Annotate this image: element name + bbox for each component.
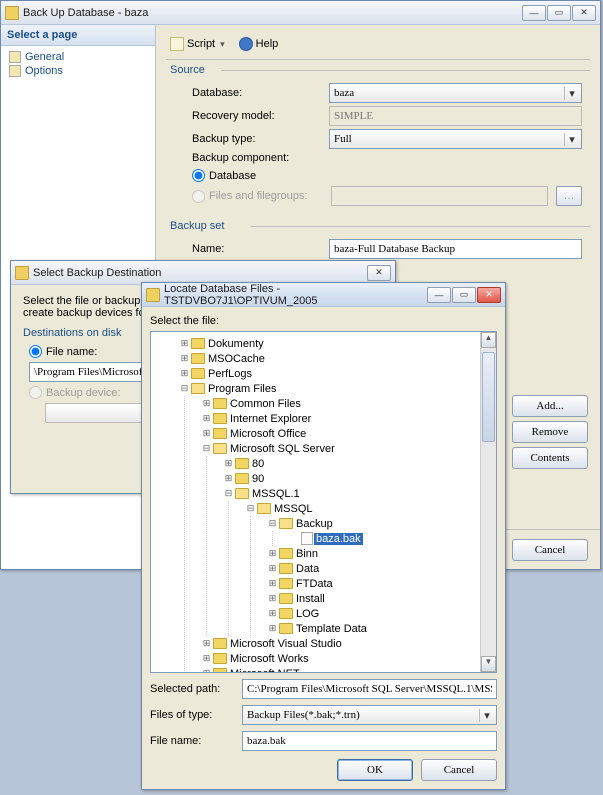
- file-name-field[interactable]: [242, 731, 497, 751]
- select-file-label: Select the file:: [150, 315, 497, 327]
- cancel-button[interactable]: Cancel: [512, 539, 588, 561]
- scroll-down-button[interactable]: ▼: [481, 656, 496, 672]
- filegroups-field: [331, 186, 548, 206]
- contents-button[interactable]: Contents: [512, 447, 588, 469]
- file-icon: [301, 532, 313, 545]
- page-general[interactable]: General: [7, 50, 149, 64]
- add-button[interactable]: Add...: [512, 395, 588, 417]
- tree-node[interactable]: ⊞MSOCache: [179, 351, 494, 366]
- chevron-down-icon: ▾: [564, 133, 579, 146]
- main-title: Back Up Database - baza: [23, 7, 522, 19]
- scroll-thumb[interactable]: [482, 352, 495, 442]
- close-button[interactable]: ✕: [572, 5, 596, 21]
- vertical-scrollbar[interactable]: ▲ ▼: [480, 332, 496, 672]
- tree-node[interactable]: ⊟Microsoft SQL Server: [201, 441, 494, 456]
- tree-node[interactable]: ⊞Microsoft Office: [201, 426, 494, 441]
- maximize-button[interactable]: ▭: [452, 287, 476, 303]
- tree-node[interactable]: ⊟Program Files: [179, 381, 494, 396]
- close-button[interactable]: ✕: [477, 287, 501, 303]
- tree-node[interactable]: ⊞Internet Explorer: [201, 411, 494, 426]
- tree-node[interactable]: ⊟MSSQL.1: [223, 486, 494, 501]
- browse-filegroups-button[interactable]: …: [556, 186, 582, 206]
- select-page-header: Select a page: [1, 25, 155, 46]
- remove-button[interactable]: Remove: [512, 421, 588, 443]
- page-icon: [9, 51, 21, 63]
- page-icon: [9, 65, 21, 77]
- file-tree[interactable]: ⊞Dokumenty ⊞MSOCache ⊞PerfLogs ⊟Program …: [150, 331, 497, 673]
- tree-node[interactable]: ⊞Microsoft Works: [201, 651, 494, 666]
- tree-node[interactable]: ⊞Microsoft.NET: [201, 666, 494, 673]
- files-of-type-combo[interactable]: Backup Files(*.bak;*.trn) ▾: [242, 705, 497, 725]
- source-group: Source Database: baza ▾ Recovery model: …: [166, 70, 590, 216]
- radio-backup-device-label: Backup device:: [46, 387, 121, 399]
- backup-name-field[interactable]: [329, 239, 582, 259]
- radio-backup-device: [29, 386, 42, 399]
- script-icon: [170, 37, 184, 51]
- help-icon: [239, 37, 253, 51]
- cancel-button[interactable]: Cancel: [421, 759, 497, 781]
- tree-node[interactable]: ⊞Data: [267, 561, 494, 576]
- tree-file-selected[interactable]: baza.bak: [289, 531, 494, 546]
- selected-path-label: Selected path:: [150, 683, 242, 695]
- seldest-title: Select Backup Destination: [33, 267, 367, 279]
- database-icon: [5, 6, 19, 20]
- locate-database-files-dialog: Locate Database Files - TSTDVBO7J1\OPTIV…: [141, 282, 506, 790]
- radio-database[interactable]: [192, 169, 205, 182]
- scroll-up-button[interactable]: ▲: [481, 332, 496, 348]
- chevron-down-icon: ▾: [479, 709, 494, 722]
- minimize-button[interactable]: —: [427, 287, 451, 303]
- tree-node[interactable]: ⊞Microsoft Visual Studio: [201, 636, 494, 651]
- ok-button[interactable]: OK: [337, 759, 413, 781]
- backup-component-label: Backup component:: [174, 152, 329, 164]
- radio-file-name-label: File name:: [46, 346, 97, 358]
- database-icon: [146, 288, 160, 302]
- database-label: Database:: [174, 87, 329, 99]
- radio-files-and-filegroups: [192, 190, 205, 203]
- radio-database-label: Database: [209, 170, 256, 182]
- tree-node[interactable]: ⊞Dokumenty: [179, 336, 494, 351]
- radio-files-label: Files and filegroups:: [209, 190, 307, 202]
- tree-node[interactable]: ⊞Binn: [267, 546, 494, 561]
- tree-node[interactable]: ⊞Template Data: [267, 621, 494, 636]
- toolbar: Script Help: [166, 33, 590, 60]
- database-combo[interactable]: baza ▾: [329, 83, 582, 103]
- tree-node[interactable]: ⊞Common Files: [201, 396, 494, 411]
- main-titlebar[interactable]: Back Up Database - baza — ▭ ✕: [1, 1, 600, 25]
- tree-node[interactable]: ⊞FTData: [267, 576, 494, 591]
- locate-title: Locate Database Files - TSTDVBO7J1\OPTIV…: [164, 283, 427, 307]
- script-button[interactable]: Script: [166, 35, 229, 53]
- tree-node[interactable]: ⊞PerfLogs: [179, 366, 494, 381]
- maximize-button[interactable]: ▭: [547, 5, 571, 21]
- tree-node[interactable]: ⊟MSSQL: [245, 501, 494, 516]
- tree-node[interactable]: ⊞LOG: [267, 606, 494, 621]
- locate-titlebar[interactable]: Locate Database Files - TSTDVBO7J1\OPTIV…: [142, 283, 505, 307]
- tree-node[interactable]: ⊞Install: [267, 591, 494, 606]
- database-icon: [15, 266, 29, 280]
- minimize-button[interactable]: —: [522, 5, 546, 21]
- recovery-model-label: Recovery model:: [174, 110, 329, 122]
- tree-node[interactable]: ⊞80: [223, 456, 494, 471]
- chevron-down-icon: [218, 38, 225, 50]
- backup-type-combo[interactable]: Full ▾: [329, 129, 582, 149]
- page-options-label: Options: [25, 65, 63, 77]
- close-button[interactable]: ✕: [367, 265, 391, 281]
- tree-node[interactable]: ⊞90: [223, 471, 494, 486]
- backup-type-label: Backup type:: [174, 133, 329, 145]
- page-general-label: General: [25, 51, 64, 63]
- backup-name-label: Name:: [174, 243, 329, 255]
- help-button[interactable]: Help: [235, 35, 283, 53]
- source-group-label: Source: [166, 64, 209, 76]
- tree-node[interactable]: ⊟Backup: [267, 516, 494, 531]
- backup-set-label: Backup set: [166, 220, 228, 232]
- radio-file-name[interactable]: [29, 345, 42, 358]
- file-name-label: File name:: [150, 735, 242, 747]
- page-options[interactable]: Options: [7, 64, 149, 78]
- selected-path-field[interactable]: [242, 679, 497, 699]
- chevron-down-icon: ▾: [564, 87, 579, 100]
- recovery-model-field: [329, 106, 582, 126]
- files-of-type-label: Files of type:: [150, 709, 242, 721]
